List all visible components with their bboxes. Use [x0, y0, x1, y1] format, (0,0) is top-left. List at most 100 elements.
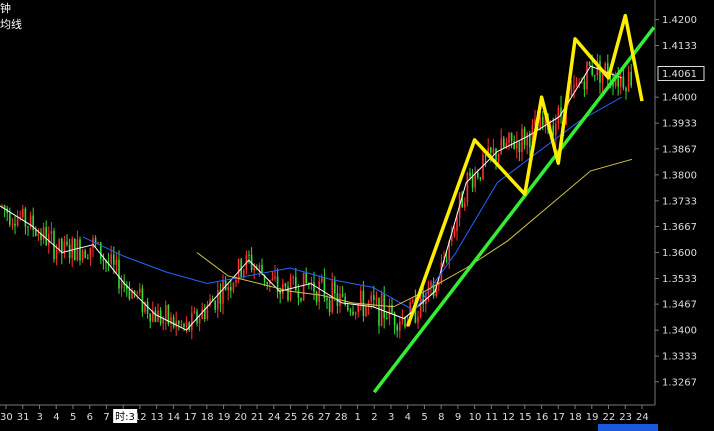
candle-body [232, 282, 235, 291]
candle-body [445, 260, 448, 262]
candle-body [154, 310, 157, 322]
y-tick-label: 1.3800 [662, 170, 697, 181]
candle-body [477, 172, 479, 178]
x-tick-label: 12 [502, 412, 515, 423]
candle-body [237, 259, 240, 280]
candle-body [594, 74, 596, 76]
candle-body [183, 323, 185, 327]
candle-body [630, 71, 632, 86]
x-tick-label: 10 [469, 412, 482, 423]
candle-body [118, 259, 120, 289]
candle-body [399, 321, 401, 331]
candle-body [625, 87, 627, 92]
candle-body [279, 292, 281, 294]
x-tick-label: 20 [234, 412, 247, 423]
candle-body [518, 142, 521, 153]
x-tick-label: 2 [371, 412, 377, 423]
candle-body [87, 258, 89, 260]
candle-body [360, 290, 362, 305]
candle-body [412, 299, 414, 303]
x-tick-label: 3 [36, 412, 42, 423]
x-tick-label: 31 [17, 412, 30, 423]
candle-body [300, 297, 302, 301]
candle-body [139, 288, 141, 293]
candle-body [128, 288, 131, 299]
candle-body [9, 212, 11, 225]
x-tick-label: 3 [388, 412, 394, 423]
candle-body [492, 148, 495, 153]
x-tick-label: 22 [603, 412, 616, 423]
candle-body [516, 142, 518, 149]
y-tick-label: 1.3667 [662, 222, 697, 233]
x-tick-label: 5 [421, 412, 427, 423]
candle-body [497, 154, 500, 161]
candle-body [321, 277, 323, 282]
y-tick-label: 1.3400 [662, 326, 697, 337]
x-tick-label: 25 [285, 412, 298, 423]
x-tick-label: 11 [485, 412, 498, 423]
candle-body [357, 304, 359, 313]
y-tick-label: 1.3933 [662, 119, 697, 130]
candle-body [149, 313, 151, 322]
candle-body [248, 254, 250, 256]
candle-body [71, 238, 73, 259]
candle-body [27, 226, 29, 228]
y-tick-label: 1.3267 [662, 377, 697, 388]
candle-body [172, 317, 175, 328]
candle-body [555, 123, 557, 136]
zigzag-line [406, 13, 644, 327]
candle-body [287, 286, 289, 300]
candle-body [42, 227, 45, 240]
y-tick-label: 1.4000 [662, 93, 697, 104]
x-tick-label: 16 [536, 412, 549, 423]
candle-body [79, 239, 81, 261]
candle-body [464, 202, 466, 208]
candle-body [451, 236, 453, 242]
candle-body [622, 76, 625, 88]
candle-body [66, 241, 68, 245]
candle-body [586, 61, 588, 90]
candle-body [258, 264, 261, 269]
candle-body [37, 233, 40, 236]
trend-line [372, 26, 656, 394]
x-tick-label: 24 [636, 412, 649, 423]
y-tick-label: 1.4200 [662, 15, 697, 26]
ma-line-yellow [196, 158, 633, 308]
candle-body [24, 208, 27, 227]
x-tick-label: 8 [438, 412, 444, 423]
candle-body [193, 311, 196, 314]
candle-body [326, 298, 328, 301]
candle-body [469, 172, 471, 176]
trend-annotations-layer [372, 13, 656, 394]
candle-body [396, 325, 398, 331]
candlestick-chart[interactable]: 1.4200 1.4133 1.4000 1.3933 1.3867 1.3800 1.37… [0, 0, 714, 431]
moving-averages-layer [0, 65, 633, 331]
x-tick-label: 6 [87, 412, 93, 423]
candle-body [352, 311, 354, 315]
candle-body [266, 281, 268, 285]
candle-body [50, 231, 53, 235]
x-tick-label: 1 [354, 412, 360, 423]
candle-body [292, 276, 294, 279]
candle-body [417, 316, 419, 323]
x-tick-label: 17 [184, 412, 197, 423]
candle-body [14, 223, 16, 226]
candle-body [198, 318, 201, 324]
candle-body [453, 231, 456, 237]
x-tick-label: 19 [218, 412, 231, 423]
candle-body [583, 81, 586, 90]
candle-body [388, 305, 391, 319]
candle-body [500, 138, 502, 155]
x-tick-label: 4 [405, 412, 411, 423]
candle-body [185, 322, 188, 327]
x-tick-label: 9 [455, 412, 461, 423]
candle-body [230, 287, 232, 291]
candle-body [110, 254, 112, 264]
candle-body [570, 87, 573, 96]
scroll-indicator [598, 424, 658, 431]
candle-body [222, 280, 224, 304]
candle-body [302, 272, 305, 301]
candle-body [599, 61, 601, 83]
candle-body [495, 148, 497, 161]
candle-body [282, 283, 284, 294]
